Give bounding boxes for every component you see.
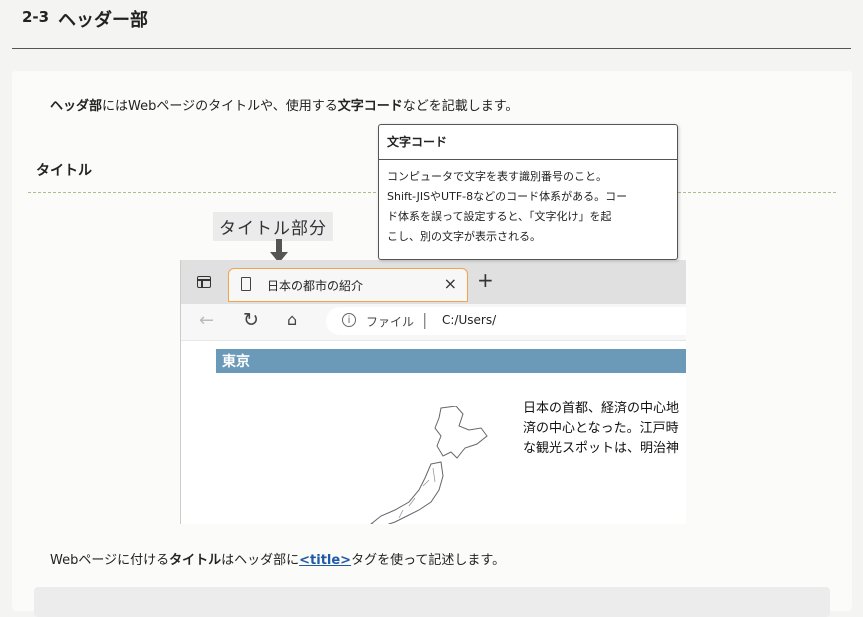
city-text-line: 済の中心となった。江戸時 [523,421,679,436]
intro-term-charcode[interactable]: 文字コード [338,99,403,114]
address-scheme-label: ファイル [366,315,415,329]
tooltip-line: Shift-JISやUTF-8などのコード体系がある。コー [387,190,628,203]
tooltip-line: コンピュータで文字を表す識別番号のこと。 [387,170,607,183]
section-divider [12,48,851,49]
intro-text: にはWebページのタイトルや、使用する [102,99,338,114]
page-icon [241,277,251,291]
content-card: ヘッダ部にはWebページのタイトルや、使用する文字コードなどを記載します。 タイ… [12,71,852,617]
city-heading-bar: 東京 [216,349,686,373]
section-title: ヘッダー部 [58,10,148,31]
title-tag-link[interactable]: <title> [299,553,351,568]
address-path: C:/Users/ [442,313,497,327]
down-arrow-icon [276,239,282,252]
tab-actions-icon[interactable] [197,276,211,288]
tooltip-line: ド体系を誤って設定すると、「文字化け」を起 [387,210,612,223]
city-description: 日本の首都、経済の中心地 済の中心となった。江戸時 な観光スポットは、明治神 [523,399,679,459]
close-icon[interactable]: × [444,274,457,293]
title-part-callout: タイトル部分 [213,212,333,241]
tooltip-line: こし、別の文字が表示される。 [387,230,541,243]
section-header: 2-3 ヘッダー部 [0,0,863,50]
browser-mockup: 日本の都市の紹介 × + ← ↻ ⌂ i ファイル | C:/Users/ 東京 [180,260,686,524]
info-icon[interactable]: i [342,313,356,327]
outro-term-title: タイトル [169,553,222,568]
intro-paragraph: ヘッダ部にはWebページのタイトルや、使用する文字コードなどを記載します。 [50,98,518,116]
outro-text: Webページに付ける [50,553,170,568]
intro-text-end: などを記載します。 [402,99,519,114]
back-arrow-icon[interactable]: ← [199,310,214,331]
browser-nav-bar: ← ↻ ⌂ i ファイル | C:/Users/ [181,304,686,341]
tooltip-body: コンピュータで文字を表す識別番号のこと。 Shift-JISやUTF-8などのコ… [387,167,669,247]
city-text-line: 日本の首都、経済の中心地 [523,401,680,416]
address-bar[interactable]: i ファイル | C:/Users/ [326,307,686,335]
home-icon[interactable]: ⌂ [287,310,297,329]
city-text-line: な観光スポットは、明治神 [523,441,680,456]
city-heading: 東京 [222,354,250,370]
outro-text-end: タグを使って記述します。 [351,553,506,568]
code-block [34,587,830,617]
browser-tab[interactable]: 日本の都市の紹介 × [228,268,468,302]
intro-term-header: ヘッダ部 [50,99,103,114]
browser-tab-bar: 日本の都市の紹介 × + [181,260,686,304]
address-separator: | [422,310,428,329]
section-number: 2-3 [22,8,50,26]
reload-icon[interactable]: ↻ [243,309,259,331]
tooltip-divider [379,159,677,160]
new-tab-icon[interactable]: + [477,268,494,292]
browser-page: 東京 日本の首都、経済の中心地 済の中心となった。江戸時 な観光スポットは、明治… [181,341,686,524]
outro-text-mid: はヘッダ部に [221,553,300,568]
tooltip-title: 文字コード [387,135,448,149]
subheading-title: タイトル [36,163,92,179]
glossary-tooltip: 文字コード コンピュータで文字を表す識別番号のこと。 Shift-JISやUTF… [378,124,678,260]
tab-title: 日本の都市の紹介 [267,279,364,293]
outro-paragraph: Webページに付けるタイトルはヘッダ部に<title>タグを使って記述します。 [50,549,505,568]
japan-map-icon [370,406,488,524]
